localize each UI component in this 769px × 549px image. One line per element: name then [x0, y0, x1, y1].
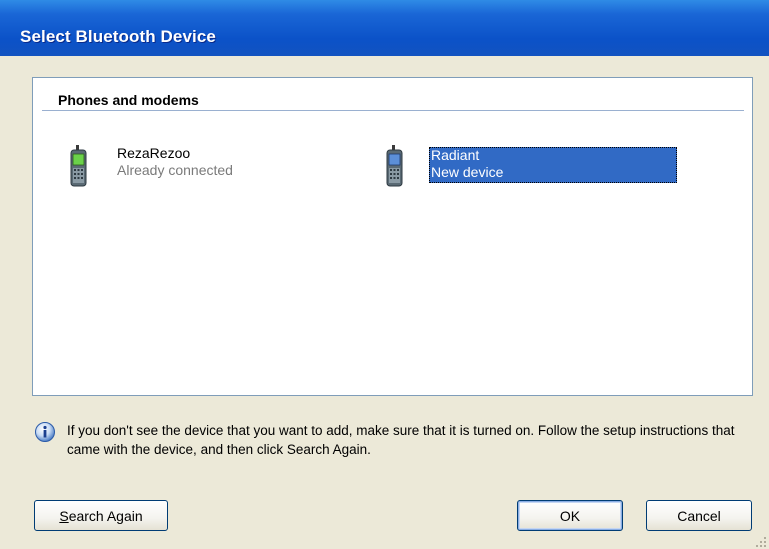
ok-button[interactable]: OK — [517, 500, 623, 531]
search-again-mnemonic: S — [59, 507, 69, 524]
cancel-button[interactable]: Cancel — [646, 500, 752, 531]
search-again-label: earch Again — [68, 507, 143, 524]
device-text: Radiant New device — [429, 147, 677, 183]
device-item-rezarezoo[interactable]: RezaRezoo Already connected — [67, 144, 277, 188]
group-header-label: Phones and modems — [58, 92, 199, 108]
device-list[interactable]: Phones and modems RezaRezoo Already conn… — [32, 77, 753, 396]
info-message: If you don't see the device that you wan… — [67, 423, 735, 457]
resize-grip-icon[interactable] — [755, 535, 767, 547]
window-title: Select Bluetooth Device — [20, 27, 216, 46]
phone-icon — [67, 144, 89, 188]
device-name: Radiant — [431, 147, 480, 163]
ok-label: OK — [559, 507, 581, 524]
device-status: Already connected — [117, 162, 233, 178]
cancel-label: Cancel — [677, 507, 721, 524]
device-text: RezaRezoo Already connected — [115, 145, 235, 179]
device-name: RezaRezoo — [117, 145, 191, 161]
search-again-button[interactable]: Search Again — [34, 500, 168, 531]
info-icon — [34, 421, 56, 443]
device-item-radiant[interactable]: Radiant New device — [383, 144, 683, 188]
group-header: Phones and modems — [42, 89, 744, 111]
title-bar[interactable]: Select Bluetooth Device — [0, 0, 769, 56]
device-status: New device — [431, 164, 504, 180]
phone-icon — [383, 144, 405, 188]
